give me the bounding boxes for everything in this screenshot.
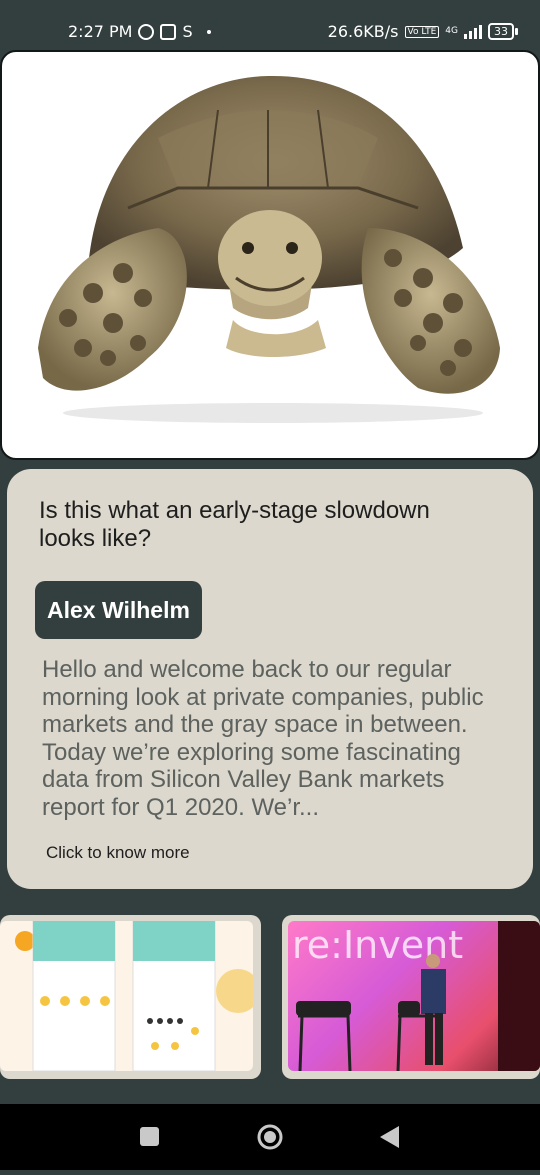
article-headline: Is this what an early-stage slowdown loo… <box>39 497 430 552</box>
related-article-thumbnail-1[interactable] <box>0 915 261 1079</box>
tortoise-illustration <box>38 75 500 423</box>
sync-icon: S <box>182 22 193 41</box>
click-to-know-more-link[interactable]: Click to know more <box>46 843 190 863</box>
back-triangle-icon[interactable] <box>360 1104 420 1170</box>
author-chip: Alex Wilhelm <box>35 581 202 639</box>
tortoise-image <box>8 58 534 430</box>
article-hero-image[interactable] <box>0 50 540 460</box>
recents-square-icon[interactable] <box>120 1104 180 1170</box>
whatsapp-icon <box>138 23 155 40</box>
app-screenshots-image <box>0 921 253 1071</box>
home-circle-icon[interactable] <box>240 1104 300 1170</box>
status-bar: 2:27 PM S 26.6KB/s Vo LTE 4G 33 <box>0 0 540 48</box>
network-speed: 26.6KB/s <box>327 22 399 41</box>
article-excerpt: Hello and welcome back to our regular mo… <box>42 656 484 821</box>
status-left: 2:27 PM S <box>68 22 211 41</box>
article-card[interactable]: Is this what an early-stage slowdown loo… <box>7 469 533 889</box>
status-time: 2:27 PM <box>68 22 133 41</box>
volte-badge: Vo LTE <box>404 25 440 38</box>
related-article-thumbnail-2[interactable]: re:Invent <box>282 915 540 1079</box>
battery-level: 33 <box>488 23 514 40</box>
battery-icon: 33 <box>488 23 518 40</box>
conference-stage-image: re:Invent <box>288 921 540 1071</box>
system-nav-bar <box>0 1104 540 1170</box>
status-right: 26.6KB/s Vo LTE 4G 33 <box>328 22 518 41</box>
dot-icon <box>206 29 211 34</box>
gallery-icon <box>160 23 177 40</box>
network-type: 4G <box>445 26 458 36</box>
signal-icon <box>464 24 482 39</box>
